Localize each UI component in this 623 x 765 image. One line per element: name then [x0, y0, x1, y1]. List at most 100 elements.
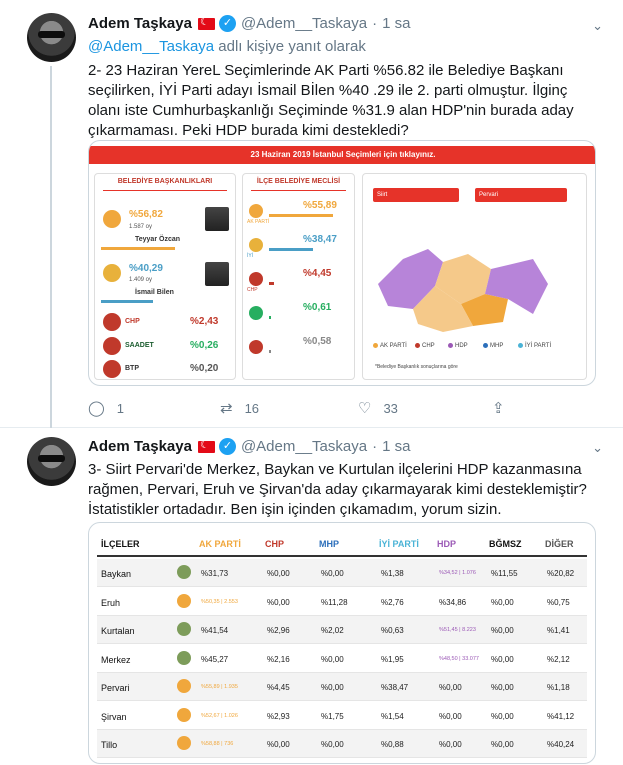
avatar[interactable]: [27, 13, 76, 62]
table-cell: %0,00: [439, 711, 462, 721]
username[interactable]: @Adem__Taskaya: [241, 15, 367, 32]
other-party-3-pct: %0,20: [190, 363, 219, 374]
district-name: Şirvan: [101, 711, 127, 722]
candidate-1-bar: [101, 247, 175, 250]
table-cell: %0,00: [267, 569, 290, 578]
timestamp[interactable]: 1 sa: [382, 438, 410, 455]
table-row: Eruh %50,35 | 2.553 %0,00 %11,28 %2,76 %34,86…: [97, 588, 587, 616]
image-card-results-table[interactable]: İLÇELER AK PARTİ CHP MHP İYİ PARTİ HDP BĞMSZ Dİ…: [88, 522, 596, 764]
table-cell: %0,00: [439, 740, 462, 749]
table-cell: %20,82: [547, 569, 575, 578]
reply-mention-link[interactable]: @Adem__Taskaya: [88, 38, 214, 55]
candidate-1-name: Teyyar Özcan: [135, 236, 181, 243]
reply-icon: ◯: [88, 400, 105, 417]
table-cell: %0,00: [267, 740, 290, 749]
table-cell: %2,93: [267, 711, 290, 721]
table-cell: %0,00: [321, 740, 344, 749]
reply-button[interactable]: ◯ 1: [88, 399, 124, 417]
retweet-count: 16: [244, 400, 260, 416]
map-footnote: *Belediye Başkanlık sonuçlarına göre: [375, 364, 458, 370]
panel-title: İLÇE BELEDİYE MECLİSİ: [256, 178, 341, 185]
legend-label: AK PARTİ: [380, 343, 407, 350]
table-cell: %2,76: [381, 597, 404, 607]
legend-dot-icon: [373, 343, 378, 348]
display-name[interactable]: Adem Taşkaya: [88, 15, 192, 32]
other-party-1-pct: %2,43: [190, 316, 219, 327]
thread-line: [50, 66, 52, 428]
candidate-2-name: İsmail Bilen: [135, 289, 174, 296]
turkey-flag-icon: [197, 15, 215, 30]
table-cell: %1,38: [381, 569, 404, 578]
district-map[interactable]: [373, 214, 573, 334]
table-cell: %4,45: [267, 683, 290, 692]
table-column-header: İYİ PARTİ: [379, 539, 419, 549]
table-cell: %41,54: [201, 626, 229, 635]
share-icon: ⇪: [492, 400, 505, 417]
table-column-header: CHP: [265, 539, 285, 549]
candidate-1-photo: [205, 207, 229, 231]
akp-bulb-icon: [177, 593, 191, 608]
tweet-1[interactable]: Adem Taşkaya ✓ @Adem__Taskaya · 1 sa ⌄ @…: [0, 0, 623, 428]
table-row: Pervari %55,89 | 1.935 %4,45 %0,00 %38,47 %0,…: [97, 673, 587, 701]
mayoral-results-panel: BELEDİYE BAŞKANLIKLARI %56,82 1.587 oy T…: [94, 173, 236, 380]
avatar[interactable]: [27, 437, 76, 486]
iyi-party-icon: [103, 264, 121, 282]
avatar-glasses: [38, 455, 65, 462]
tweet-text: 3- Siirt Pervari'de Merkez, Baykan ve Ku…: [88, 461, 587, 518]
table-cell: %0,00: [321, 569, 344, 578]
username[interactable]: @Adem__Taskaya: [241, 438, 367, 455]
akp-bulb-icon: [177, 707, 191, 722]
election-banner[interactable]: 23 Haziran 2019 İstanbul Seçimleri için …: [89, 146, 595, 164]
candidate-2-photo: [205, 262, 229, 286]
panel-divider: [103, 190, 227, 191]
candidate-2-votes: 1.409 oy: [129, 277, 153, 283]
district-select[interactable]: Pervari: [475, 188, 567, 202]
table-header: İLÇELER AK PARTİ CHP MHP İYİ PARTİ HDP BĞMSZ Dİ…: [97, 531, 587, 557]
district-name: Kurtalan: [101, 626, 135, 636]
map-legend-item: MHP: [483, 343, 503, 349]
table-column-header: BĞMSZ: [489, 539, 522, 549]
like-count: 33: [383, 400, 398, 416]
map-panel: Siirt Pervari AK PARTİ CHP HDP MHP İYİ PARTİ…: [362, 173, 587, 380]
share-button[interactable]: ⇪: [492, 399, 517, 417]
council-party-bar: [269, 214, 334, 217]
retweet-button[interactable]: ⇄ 16: [220, 399, 259, 417]
display-name[interactable]: Adem Taşkaya: [88, 438, 192, 455]
candidate-1-votes: 1.587 oy: [129, 224, 153, 230]
reply-context-text: adlı kişiye yanıt olarak: [214, 38, 366, 55]
tweet-2[interactable]: Adem Taşkaya ✓ @Adem__Taskaya · 1 sa ⌄ 3…: [0, 428, 623, 765]
like-button[interactable]: ♡ 33: [358, 399, 398, 417]
candidate-1-pct: %56,82: [129, 209, 163, 220]
province-select[interactable]: Siirt: [373, 188, 459, 202]
table-cell: %1,54: [381, 711, 404, 721]
table-cell: %58,88 | 736: [201, 741, 234, 747]
akp-bulb-icon: [177, 679, 191, 693]
chevron-down-icon[interactable]: ⌄: [592, 440, 603, 456]
council-party-pct: %0,58: [303, 336, 332, 347]
council-party-bar: [269, 248, 314, 251]
district-name: Baykan: [101, 569, 132, 579]
saadet-logo-icon: [103, 337, 121, 355]
table-cell: %1,41: [547, 626, 570, 635]
council-party-label: CHP: [247, 287, 258, 293]
legend-label: CHP: [422, 343, 435, 350]
district-name: Merkez: [101, 654, 131, 665]
hdp-tree-icon: [177, 565, 191, 579]
chevron-down-icon[interactable]: ⌄: [592, 18, 603, 34]
table-column-header: DİĞER: [545, 539, 574, 549]
other-party-1-name: CHP: [125, 318, 140, 325]
table-row: Tillo %58,88 | 736 %0,00 %0,00 %0,88 %0,00 %0,…: [97, 730, 587, 758]
timestamp[interactable]: 1 sa: [382, 15, 410, 32]
table-cell: %2,12: [547, 654, 570, 664]
legend-dot-icon: [448, 343, 453, 348]
heart-icon: ♡: [358, 400, 372, 417]
council-party-bar: [269, 316, 271, 319]
legend-label: HDP: [455, 343, 468, 350]
link-card-election-results[interactable]: 23 Haziran 2019 İstanbul Seçimleri için …: [88, 140, 596, 386]
council-party-logo-icon: [249, 306, 263, 320]
reply-count: 1: [116, 400, 125, 416]
council-party-logo-icon: [249, 272, 263, 286]
council-party-pct: %38,47: [303, 234, 337, 245]
turkey-flag-icon: [197, 438, 215, 453]
other-party-3-name: BTP: [125, 365, 139, 372]
